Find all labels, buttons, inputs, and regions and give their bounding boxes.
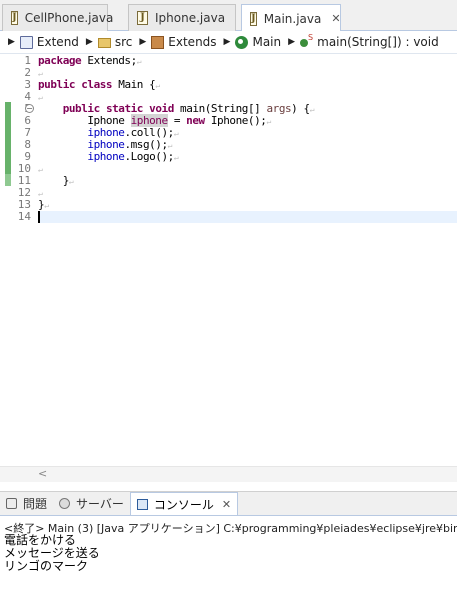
console-output-line: リンゴのマーク xyxy=(4,559,89,573)
close-icon[interactable]: ✕ xyxy=(331,12,340,25)
code-token: iphone xyxy=(87,150,125,163)
source-folder-icon xyxy=(97,37,111,48)
code-line[interactable]: }↵ xyxy=(38,199,457,211)
chevron-right-icon[interactable]: ▶ xyxy=(139,37,146,47)
tab-main-java[interactable]: J Main.java ✕ xyxy=(241,4,341,32)
java-file-icon: J xyxy=(137,11,148,25)
code-line[interactable]: package Extends;↵ xyxy=(38,55,457,67)
code-token: Extends; xyxy=(81,54,137,67)
line-number-ruler: 1234567891011121314 xyxy=(11,54,35,466)
chevron-right-icon[interactable]: ▶ xyxy=(86,37,93,47)
java-file-icon: J xyxy=(250,11,257,26)
editor-tab-bar: J CellPhone.java J Iphone.java J Main.ja… xyxy=(0,0,457,32)
code-token: Iphone(); xyxy=(204,114,267,127)
line-end-marker: ↵ xyxy=(68,177,74,186)
class-icon xyxy=(235,36,249,49)
breadcrumb-class[interactable]: Main xyxy=(235,35,281,49)
view-tab-bar: 問題 サーバー コンソール ✕ xyxy=(0,491,457,516)
line-end-marker: ↵ xyxy=(38,69,43,78)
code-token: args xyxy=(266,102,292,115)
console-icon xyxy=(136,498,148,510)
text-caret xyxy=(38,211,40,223)
editor-horizontal-scrollbar[interactable]: < xyxy=(0,466,457,482)
chevron-right-icon[interactable]: ▶ xyxy=(8,37,15,47)
scroll-left-icon[interactable]: < xyxy=(38,467,47,480)
code-token: new xyxy=(186,114,205,127)
tab-label: CellPhone.java xyxy=(24,11,114,25)
java-file-icon: J xyxy=(11,11,18,25)
tab-servers[interactable]: サーバー xyxy=(53,492,130,516)
tab-label: Iphone.java xyxy=(155,11,226,25)
code-line[interactable]: iphone.Logo();↵ xyxy=(38,151,457,163)
code-token: Main { xyxy=(112,78,156,91)
line-end-marker: ↵ xyxy=(136,57,142,66)
code-token: class xyxy=(81,78,113,91)
line-end-marker: ↵ xyxy=(44,201,49,210)
code-line[interactable] xyxy=(38,211,457,223)
line-end-marker: ↵ xyxy=(38,93,43,102)
code-line[interactable]: ↵ xyxy=(38,187,457,199)
line-end-marker: ↵ xyxy=(173,129,179,138)
line-end-marker: ↵ xyxy=(155,81,160,90)
code-token: ) { xyxy=(291,102,310,115)
line-end-marker: ↵ xyxy=(167,141,173,150)
code-token: .Logo(); xyxy=(124,150,174,163)
tab-label: Main.java xyxy=(263,11,322,26)
line-end-marker: ↵ xyxy=(173,153,179,162)
chevron-right-icon[interactable]: ▶ xyxy=(288,37,295,47)
code-line[interactable]: }↵ xyxy=(38,175,457,187)
code-token: } xyxy=(38,174,70,187)
console-view[interactable]: <終了> Main (3) [Java アプリケーション] C:¥program… xyxy=(0,515,457,596)
code-token: public xyxy=(38,78,76,91)
breadcrumb-project[interactable]: Extend xyxy=(19,35,79,49)
chevron-right-icon[interactable]: ▶ xyxy=(224,37,231,47)
code-line[interactable]: ↵ xyxy=(38,163,457,175)
code-area[interactable]: package Extends;↵ ↵ public class Main {↵ ↵ … xyxy=(38,54,457,466)
line-end-marker: ↵ xyxy=(38,189,43,198)
code-token: package xyxy=(38,54,82,67)
breadcrumb-method[interactable]: Smain(String[]) : void xyxy=(300,33,439,49)
line-end-marker: ↵ xyxy=(309,105,315,114)
breadcrumb-src[interactable]: src xyxy=(97,35,132,49)
problems-icon xyxy=(6,498,17,509)
servers-icon xyxy=(59,498,71,509)
code-editor[interactable]: 1234567891011121314 − package Extends;↵↵… xyxy=(0,53,457,466)
close-icon[interactable]: ✕ xyxy=(222,498,231,511)
code-line[interactable]: public class Main {↵ xyxy=(38,79,457,91)
static-marker-icon: S xyxy=(308,33,314,42)
tab-cellphone-java[interactable]: J CellPhone.java xyxy=(2,4,113,31)
line-end-marker: ↵ xyxy=(266,117,271,126)
fold-collapse-icon[interactable]: − xyxy=(25,104,34,113)
tab-problems[interactable]: 問題 xyxy=(0,492,53,516)
project-icon xyxy=(19,36,33,49)
package-icon xyxy=(151,36,165,49)
breadcrumb-package[interactable]: Extends xyxy=(151,35,217,49)
tab-iphone-java[interactable]: J Iphone.java xyxy=(128,4,236,31)
method-icon xyxy=(300,38,309,47)
tab-console[interactable]: コンソール ✕ xyxy=(129,491,239,516)
breadcrumb: ▶ Extend ▶ src ▶ Extends ▶ Main ▶ Smain(… xyxy=(0,31,457,53)
line-end-marker: ↵ xyxy=(38,165,43,174)
line-number: 14 xyxy=(17,210,31,223)
